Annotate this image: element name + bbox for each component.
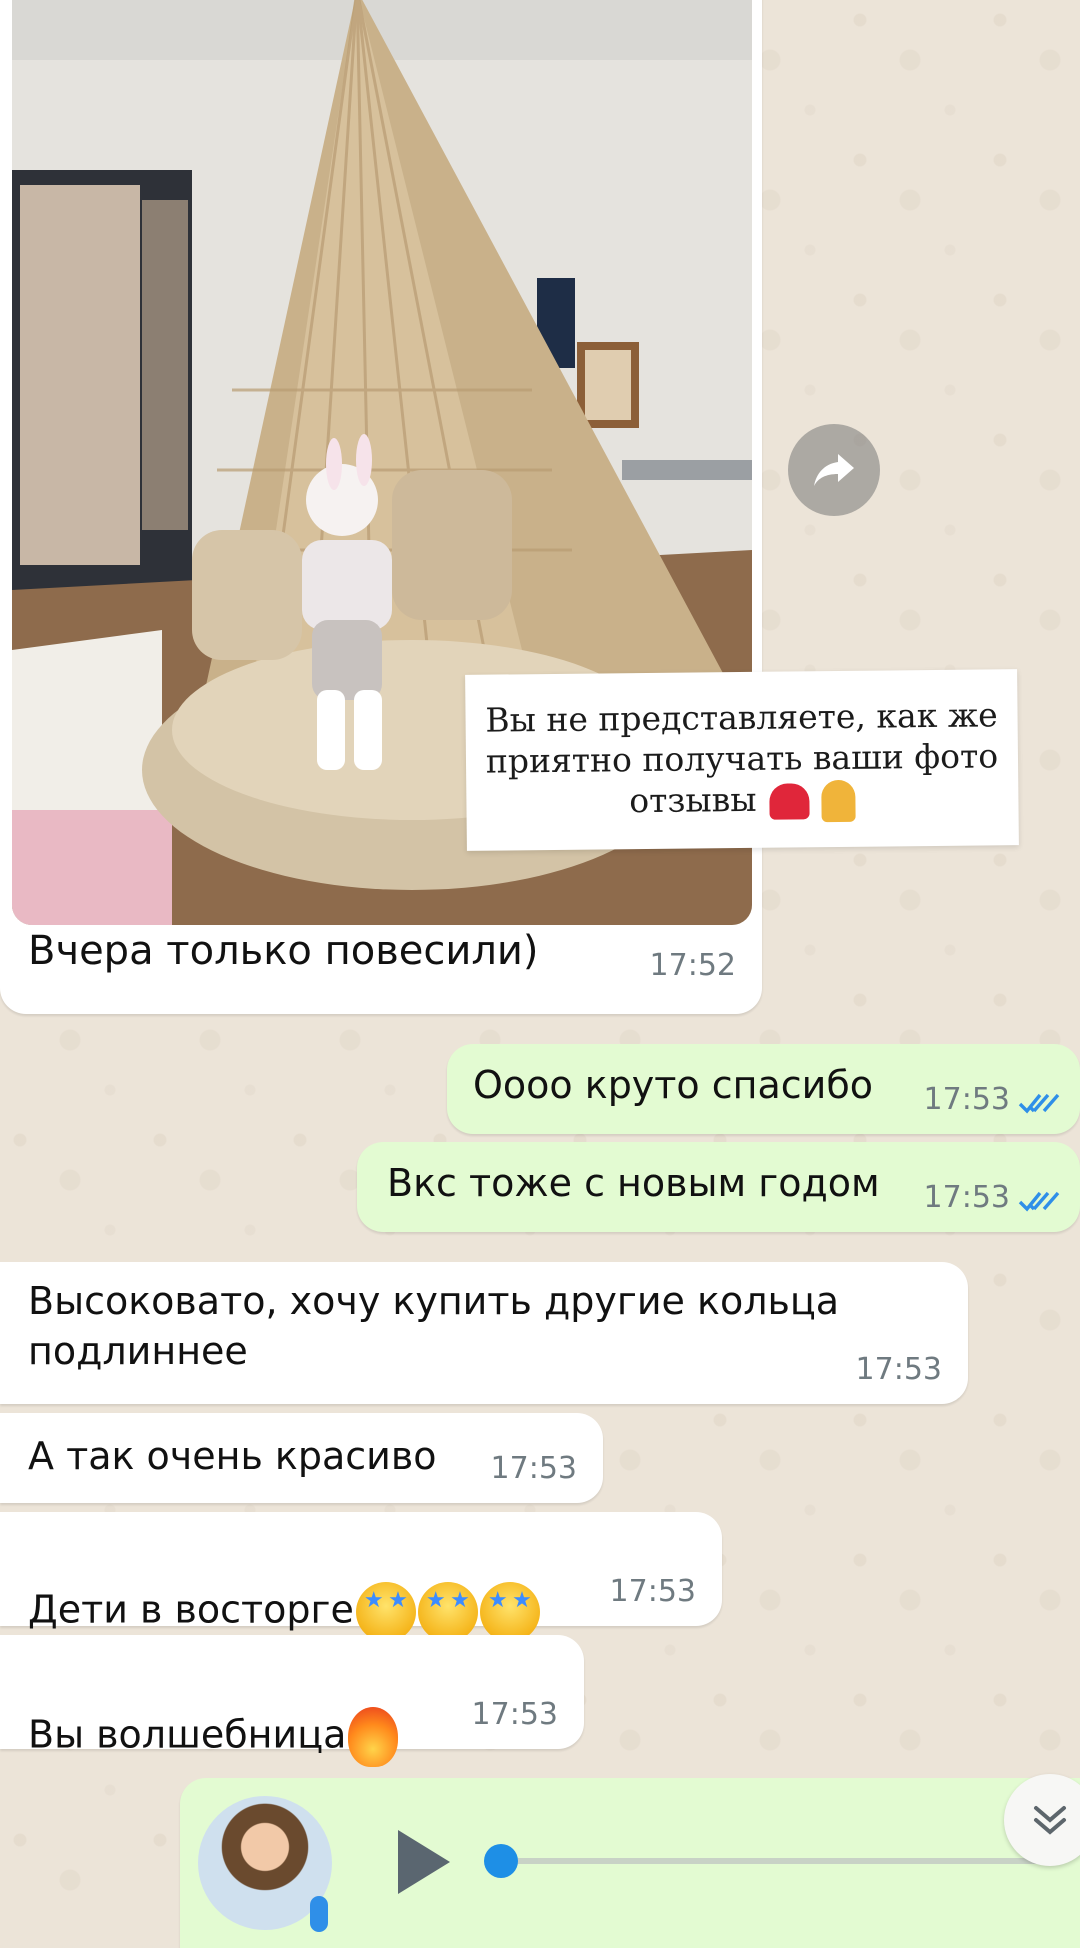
- star-struck-icon: [417, 1582, 478, 1643]
- photo-message-time: 17:52: [649, 948, 736, 983]
- red-heart-icon: [768, 783, 810, 820]
- message-text-row: Дети в восторге: [28, 1532, 540, 1643]
- message-text: А так очень красиво: [28, 1434, 437, 1478]
- mic-icon: [310, 1896, 328, 1932]
- double-check-icon: [1018, 1191, 1060, 1212]
- message-text: Вы волшебница: [28, 1712, 347, 1757]
- message-text: Дети в восторге: [28, 1587, 354, 1632]
- forward-arrow-icon: [814, 454, 854, 486]
- message-text: Вкс тоже с новым годом: [387, 1161, 880, 1205]
- voice-message[interactable]: [180, 1778, 1080, 1948]
- voice-progress-thumb[interactable]: [484, 1844, 518, 1878]
- incoming-message[interactable]: Вы волшебница 17:53: [0, 1635, 584, 1768]
- message-time: 17:53: [471, 1697, 558, 1733]
- outgoing-message[interactable]: Оооо круто спасибо 17:53: [447, 1044, 1080, 1134]
- message-text: Оооо круто спасибо: [473, 1063, 874, 1107]
- fire-icon: [348, 1707, 399, 1768]
- play-icon[interactable]: [398, 1830, 450, 1894]
- message-time: 17:53: [490, 1451, 577, 1487]
- double-chevron-down-icon: [1034, 1806, 1066, 1835]
- message-time: 17:53: [923, 1082, 1010, 1118]
- incoming-message[interactable]: Высоковато, хочу купить другие кольца по…: [0, 1262, 968, 1404]
- photo-message[interactable]: Вчера только повесили) 17:52: [0, 0, 762, 1014]
- message-time: 17:53: [609, 1574, 696, 1610]
- message-text: Высоковато, хочу купить другие кольца по…: [28, 1279, 840, 1374]
- folded-hands-icon: [821, 780, 856, 823]
- photo-caption: Вчера только повесили): [28, 928, 539, 974]
- overlay-text: Вы не представляете, как же приятно полу…: [485, 695, 999, 821]
- double-check-icon: [1018, 1093, 1060, 1114]
- star-struck-icon: [355, 1582, 416, 1643]
- message-time: 17:53: [855, 1352, 942, 1388]
- forward-button[interactable]: [788, 424, 880, 516]
- message-time: 17:53: [923, 1180, 1010, 1216]
- incoming-message[interactable]: А так очень красиво 17:53: [0, 1413, 603, 1503]
- incoming-message[interactable]: Дети в восторге 17:53: [0, 1512, 722, 1643]
- voice-progress-track[interactable]: [500, 1858, 1060, 1864]
- outgoing-message[interactable]: Вкс тоже с новым годом 17:53: [357, 1142, 1080, 1232]
- star-struck-icon: [479, 1582, 540, 1643]
- photo-overlay-card: Вы не представляете, как же приятно полу…: [465, 669, 1019, 851]
- message-text-row: Вы волшебница: [28, 1657, 399, 1768]
